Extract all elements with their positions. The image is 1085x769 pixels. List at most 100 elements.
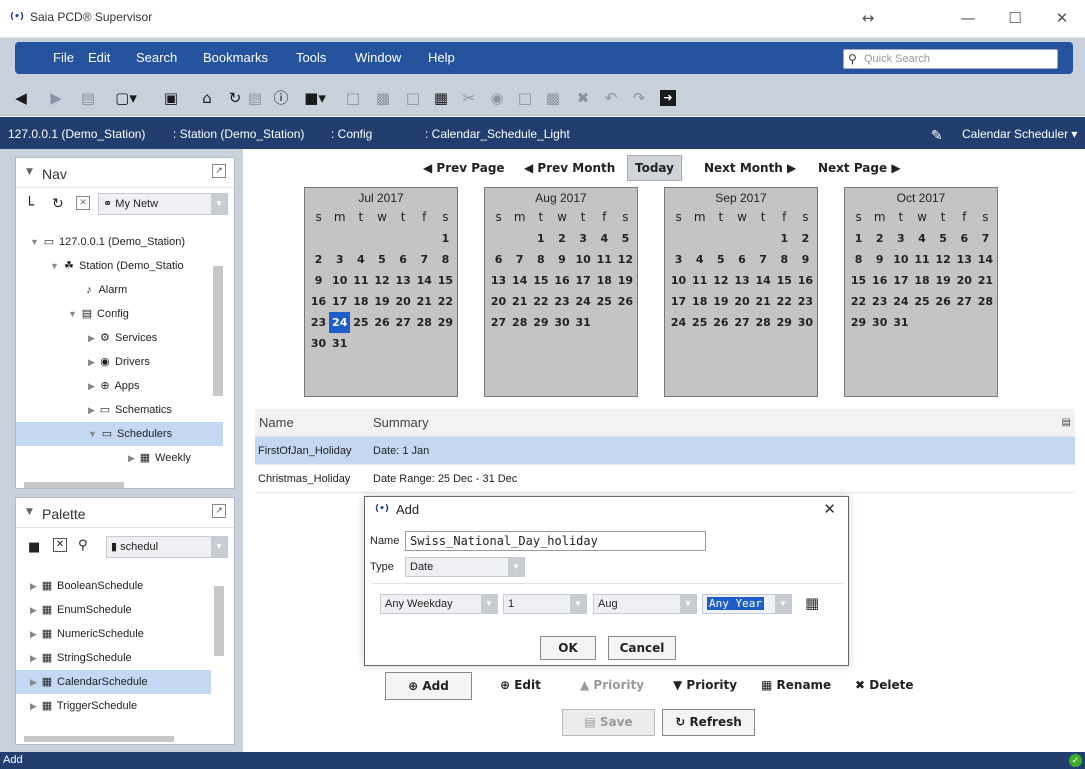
- day-cell[interactable]: 27: [731, 312, 752, 333]
- close-button[interactable]: ✕: [1039, 4, 1085, 32]
- next-month-button[interactable]: Next Month ▶: [704, 161, 796, 175]
- rename-button[interactable]: ▦ Rename: [761, 678, 831, 692]
- today-day-cell[interactable]: 24: [329, 312, 351, 333]
- day-cell[interactable]: 10: [890, 249, 911, 270]
- day-cell[interactable]: 4: [689, 249, 710, 270]
- menu-file[interactable]: File: [53, 50, 74, 65]
- today-button[interactable]: Today: [627, 155, 682, 181]
- undo-icon[interactable]: ↶: [600, 88, 622, 108]
- column-summary-header[interactable]: Summary: [373, 409, 429, 437]
- menu-window[interactable]: Window: [355, 50, 401, 65]
- day-cell[interactable]: 2: [869, 228, 890, 249]
- day-cell[interactable]: 8: [530, 249, 551, 270]
- day-cell[interactable]: 19: [710, 291, 731, 312]
- year-select[interactable]: Any Year ▼: [702, 594, 792, 614]
- day-cell[interactable]: 17: [573, 270, 594, 291]
- pane-icon[interactable]: ▢▾: [115, 88, 137, 108]
- tree-item-alarm[interactable]: ♪ Alarm: [16, 278, 223, 302]
- day-cell[interactable]: 22: [848, 291, 869, 312]
- day-cell[interactable]: 27: [393, 312, 414, 333]
- day-cell[interactable]: 4: [911, 228, 932, 249]
- table-row[interactable]: FirstOfJan_Holiday Date: 1 Jan: [255, 437, 1075, 465]
- day-cell[interactable]: 4: [350, 249, 371, 270]
- day-cell[interactable]: 29: [530, 312, 551, 333]
- day-cell[interactable]: 21: [753, 291, 774, 312]
- up-level-icon[interactable]: ▤: [77, 88, 99, 108]
- delete-icon[interactable]: ✖: [572, 88, 594, 108]
- cut-icon[interactable]: ✂: [458, 88, 480, 108]
- tree-item-host[interactable]: ▼ ▭ 127.0.0.1 (Demo_Station): [16, 230, 223, 254]
- open-icon[interactable]: ■▾: [304, 88, 326, 108]
- add-button[interactable]: ⊕ Add: [385, 672, 472, 700]
- day-cell[interactable]: 7: [414, 249, 435, 270]
- day-cell[interactable]: 12: [933, 249, 954, 270]
- day-cell[interactable]: 15: [435, 270, 456, 291]
- forward-icon[interactable]: ▶: [45, 88, 67, 108]
- delete-button[interactable]: ✖ Delete: [855, 678, 913, 692]
- day-cell[interactable]: 17: [329, 291, 350, 312]
- next-page-button[interactable]: Next Page ▶: [818, 161, 901, 175]
- day-cell[interactable]: 5: [710, 249, 731, 270]
- export-icon[interactable]: □: [402, 88, 424, 108]
- table-options-icon[interactable]: ▤: [1062, 409, 1071, 437]
- menu-search[interactable]: Search: [136, 50, 177, 65]
- day-cell[interactable]: 7: [509, 249, 530, 270]
- day-cell[interactable]: 23: [795, 291, 816, 312]
- day-cell[interactable]: 27: [954, 291, 975, 312]
- day-cell[interactable]: 5: [933, 228, 954, 249]
- prev-month-button[interactable]: ◀ Prev Month: [524, 161, 615, 175]
- palette-item-booleanschedule[interactable]: ▶ ▦ BooleanSchedule: [16, 574, 211, 598]
- menu-bookmarks[interactable]: Bookmarks: [203, 50, 268, 65]
- ok-button[interactable]: OK: [540, 636, 596, 660]
- edit-button[interactable]: ⊕ Edit: [500, 678, 541, 692]
- day-cell[interactable]: 19: [371, 291, 392, 312]
- day-cell[interactable]: 9: [795, 249, 816, 270]
- tree-item-schedulers[interactable]: ▼ ▭ Schedulers: [16, 422, 223, 446]
- info-icon[interactable]: ⓘ: [270, 88, 292, 108]
- search-palette-icon[interactable]: ⚲: [78, 538, 88, 553]
- day-cell[interactable]: 31: [890, 312, 911, 333]
- expand-panel-icon[interactable]: ↗: [212, 504, 226, 518]
- day-cell[interactable]: 2: [551, 228, 572, 249]
- day-cell[interactable]: 14: [975, 249, 996, 270]
- day-cell[interactable]: 19: [933, 270, 954, 291]
- breadcrumb-calendar[interactable]: : Calendar_Schedule_Light: [425, 127, 570, 141]
- day-cell[interactable]: 29: [774, 312, 795, 333]
- redo-icon[interactable]: ↷: [628, 88, 650, 108]
- day-cell[interactable]: 28: [414, 312, 435, 333]
- day-cell[interactable]: 16: [308, 291, 329, 312]
- day-cell[interactable]: 5: [615, 228, 636, 249]
- day-cell[interactable]: 28: [509, 312, 530, 333]
- column-name-header[interactable]: Name: [259, 409, 294, 437]
- day-cell[interactable]: 7: [975, 228, 996, 249]
- day-cell[interactable]: 3: [573, 228, 594, 249]
- day-cell[interactable]: 21: [509, 291, 530, 312]
- view-selector[interactable]: Calendar Scheduler ▾: [962, 127, 1077, 141]
- day-cell[interactable]: 24: [890, 291, 911, 312]
- day-cell[interactable]: 25: [350, 312, 371, 333]
- type-select[interactable]: Date ▼: [405, 557, 525, 577]
- day-cell[interactable]: 23: [308, 312, 329, 333]
- station-link-icon[interactable]: └: [25, 196, 34, 214]
- day-cell[interactable]: 21: [414, 291, 435, 312]
- breadcrumb-config[interactable]: : Config: [331, 127, 372, 141]
- day-cell[interactable]: 2: [795, 228, 816, 249]
- minimize-button[interactable]: —: [945, 4, 991, 32]
- day-cell[interactable]: 10: [329, 270, 350, 291]
- calendar-icon[interactable]: ▦: [805, 594, 819, 612]
- paste-icon[interactable]: □: [514, 88, 536, 108]
- day-cell[interactable]: 15: [774, 270, 795, 291]
- day-cell[interactable]: 26: [615, 291, 636, 312]
- palette-item-enumschedule[interactable]: ▶ ▦ EnumSchedule: [16, 598, 211, 622]
- day-cell[interactable]: 18: [594, 270, 615, 291]
- day-cell[interactable]: 18: [350, 291, 371, 312]
- breadcrumb-station[interactable]: : Station (Demo_Station): [173, 127, 304, 141]
- maximize-button[interactable]: ☐: [992, 4, 1038, 32]
- day-cell[interactable]: 31: [573, 312, 594, 333]
- name-field[interactable]: Swiss_National_Day_holiday: [405, 531, 706, 551]
- day-cell[interactable]: 3: [329, 249, 350, 270]
- day-cell[interactable]: 11: [911, 249, 932, 270]
- nav-close-icon[interactable]: ✕: [76, 196, 90, 210]
- day-cell[interactable]: 31: [329, 333, 350, 354]
- day-cell[interactable]: 8: [848, 249, 869, 270]
